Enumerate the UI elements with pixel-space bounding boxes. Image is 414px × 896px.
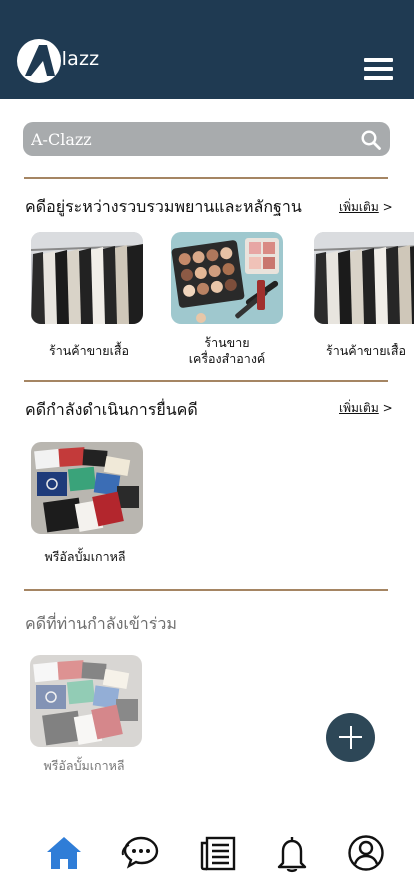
- search-icon[interactable]: [360, 129, 382, 151]
- news-icon[interactable]: [198, 833, 238, 873]
- section-divider: [24, 177, 388, 179]
- profile-icon[interactable]: [346, 833, 386, 873]
- search-input[interactable]: [31, 126, 351, 152]
- app-header: clazz: [0, 0, 414, 99]
- card-image-cosmetics-shop[interactable]: [171, 232, 283, 324]
- card-label-line1: ร้านค้าขายเสื้อ: [326, 343, 406, 358]
- section-divider: [24, 380, 388, 382]
- card-label-kpop-album-joined: พรีอัลบั้มเกาหลี: [26, 758, 142, 774]
- more-link-evidence[interactable]: เพิ่มเติม >: [339, 198, 393, 217]
- section-divider: [24, 589, 388, 591]
- bell-icon[interactable]: [272, 833, 312, 873]
- section-title-evidence: คดีอยู่ระหว่างรวบรวมพยานและหลักฐาน: [25, 197, 302, 216]
- logo-text: clazz: [51, 48, 100, 70]
- more-link-arrow: >: [382, 401, 393, 415]
- more-link-label: เพิ่มเติม: [339, 401, 379, 415]
- add-case-button[interactable]: [326, 713, 375, 762]
- card-label-clothes-shop-2: ร้านค้าขายเสื้อ: [326, 343, 414, 359]
- search-bar: [23, 122, 390, 156]
- card-label-line1: ร้านค้าขายเสื้อ: [49, 343, 129, 358]
- home-icon[interactable]: [44, 833, 84, 873]
- section-title-joined: คดีที่ท่านกำลังเข้าร่วม: [25, 614, 177, 633]
- more-link-label: เพิ่มเติม: [339, 200, 379, 214]
- hamburger-menu-icon[interactable]: [364, 58, 394, 82]
- section-title-filing: คดีกำลังดำเนินการยื่นคดี: [25, 400, 198, 419]
- card-image-clothes-shop-2[interactable]: [314, 232, 414, 324]
- card-label-cosmetics-shop: ร้านขาย เครื่องสำอางค์: [169, 335, 285, 367]
- more-link-arrow: >: [382, 200, 393, 214]
- chat-icon[interactable]: [120, 833, 160, 873]
- card-label-line1: พรีอัลบั้มเกาหลี: [43, 758, 125, 773]
- card-label-line2: เครื่องสำอางค์: [188, 351, 266, 366]
- more-link-filing[interactable]: เพิ่มเติม >: [339, 399, 393, 418]
- card-image-kpop-album[interactable]: [31, 442, 143, 534]
- card-label-line1: ร้านขาย: [204, 335, 250, 350]
- card-label-kpop-album: พรีอัลบั้มเกาหลี: [27, 549, 143, 565]
- app-logo[interactable]: clazz: [17, 39, 107, 83]
- card-image-kpop-album-joined[interactable]: [30, 655, 142, 747]
- card-image-clothes-shop[interactable]: [31, 232, 143, 324]
- card-label-clothes-shop: ร้านค้าขายเสื้อ: [31, 343, 147, 359]
- card-label-line1: พรีอัลบั้มเกาหลี: [44, 549, 126, 564]
